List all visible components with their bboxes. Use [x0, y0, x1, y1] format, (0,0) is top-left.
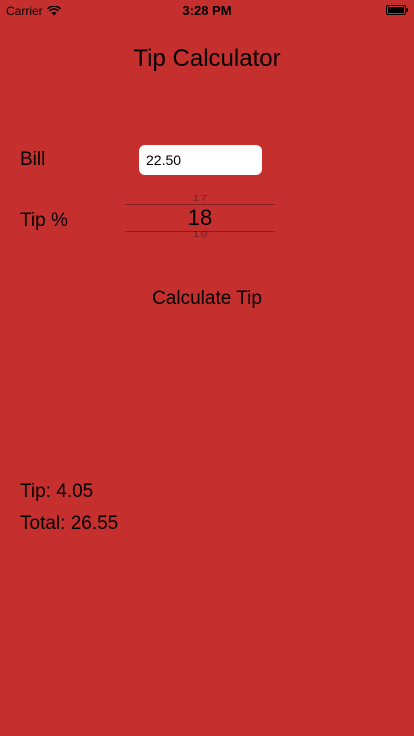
bill-label: Bill: [20, 149, 46, 170]
picker-item-selected[interactable]: 18: [125, 205, 275, 231]
calculate-tip-button[interactable]: Calculate Tip: [127, 288, 287, 310]
status-time: 3:28 PM: [182, 3, 232, 18]
bill-input[interactable]: [139, 145, 262, 175]
battery-icon: [386, 5, 408, 15]
page-title: Tip Calculator: [133, 45, 281, 72]
tip-result: Tip: 4.05: [20, 481, 94, 502]
tip-percent-picker[interactable]: 17 18 19: [125, 188, 275, 244]
total-result: Total: 26.55: [20, 513, 119, 534]
picker-item-previous[interactable]: 17: [125, 193, 275, 203]
tip-percent-label: Tip %: [20, 210, 68, 231]
status-bar: Carrier 3:28 PM: [0, 0, 414, 20]
picker-item-next[interactable]: 19: [125, 229, 275, 239]
